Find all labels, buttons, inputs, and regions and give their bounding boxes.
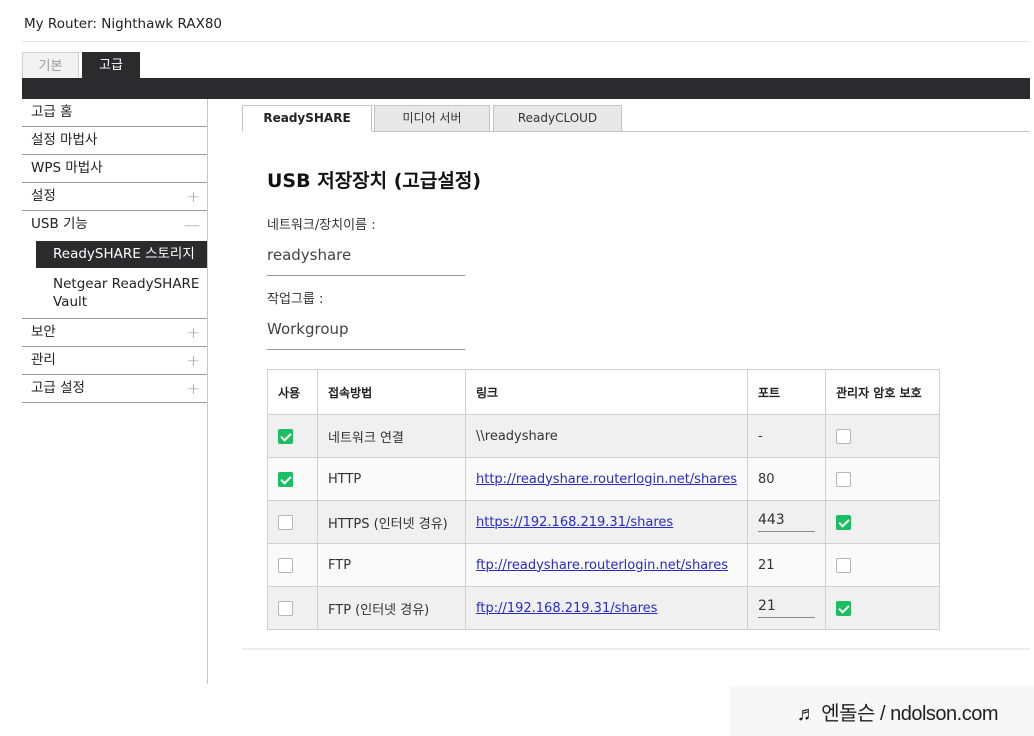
sidebar-item-label: 보안	[31, 324, 56, 340]
sidebar-item-administration[interactable]: 관리 +	[22, 347, 208, 375]
enable-checkbox[interactable]	[278, 600, 293, 616]
table-row: HTTP http://readyshare.routerlogin.net/sh…	[267, 457, 940, 501]
sidebar-item-setup-wizard[interactable]: 설정 마법사	[22, 127, 208, 155]
workgroup-field[interactable]: Workgroup	[267, 320, 465, 350]
cell-admin-protect	[824, 586, 940, 630]
admin-protect-checkbox[interactable]	[835, 557, 851, 573]
sidebar-item-label: 관리	[31, 352, 56, 368]
expand-plus-icon[interactable]: +	[187, 183, 200, 210]
table-row: FTP ftp://readyshare.routerlogin.net/shar…	[267, 543, 940, 587]
share-access-table: 사용 접속방법 링크 포트 관리자 암호 보호 네트워크 연결 \\readysh…	[267, 369, 940, 630]
cell-link: \\readyshare	[465, 414, 748, 458]
cell-link: https://192.168.219.31/shares	[465, 500, 748, 544]
enable-checkbox[interactable]	[278, 557, 293, 573]
port-input[interactable]: 21	[757, 598, 815, 618]
sidebar-item-label: 설정 마법사	[31, 132, 98, 148]
cell-link: ftp://readyshare.routerlogin.net/shares	[465, 543, 748, 587]
tab-basic[interactable]: 기본	[22, 52, 79, 78]
cell-method: HTTP	[317, 457, 466, 501]
sidebar-item-security[interactable]: 보안 +	[22, 319, 208, 347]
table-row: 네트워크 연결 \\readyshare -	[267, 414, 940, 458]
share-link[interactable]: https://192.168.219.31/shares	[476, 515, 673, 530]
table-body: 네트워크 연결 \\readyshare - HTTP http://readyshar…	[267, 414, 940, 630]
column-header-use: 사용	[267, 369, 318, 415]
top-nav-bar	[22, 78, 1030, 99]
sidebar-subitem-readyshare-storage[interactable]: ReadySHARE 스토리지	[36, 241, 208, 268]
table-row: FTP (인터넷 경유) ftp://192.168.219.31/shares 2…	[267, 586, 940, 630]
cell-method: FTP	[317, 543, 466, 587]
port-input[interactable]: 443	[757, 512, 815, 532]
share-link[interactable]: ftp://readyshare.routerlogin.net/shares	[476, 558, 728, 573]
sidebar-divider	[207, 99, 208, 684]
cell-method: FTP (인터넷 경유)	[317, 586, 466, 630]
cell-port: 21	[746, 586, 826, 630]
watermark-text: ♬ 엔돌슨 / ndolson.com	[796, 703, 999, 725]
cell-use	[267, 586, 318, 630]
sidebar-subitem-readyshare-vault[interactable]: Netgear ReadySHARE Vault	[36, 268, 208, 318]
enable-checkbox[interactable]	[278, 428, 293, 444]
expand-plus-icon[interactable]: +	[187, 375, 200, 402]
device-name-label: 네트워크/장치이름 :	[267, 218, 376, 233]
device-name-field[interactable]: readyshare	[267, 246, 465, 276]
admin-protect-checkbox[interactable]	[835, 471, 851, 487]
usb-submenu: ReadySHARE 스토리지 Netgear ReadySHARE Vault	[22, 241, 208, 319]
cell-method: HTTPS (인터넷 경유)	[317, 500, 466, 544]
table-header-row: 사용 접속방법 링크 포트 관리자 암호 보호	[267, 369, 940, 415]
enable-checkbox[interactable]	[278, 471, 293, 487]
watermark-box: ♬ 엔돌슨 / ndolson.com	[730, 686, 1034, 736]
sidebar: 고급 홈 설정 마법사 WPS 마법사 설정 + USB 기능 — ReadyS…	[22, 99, 208, 403]
sidebar-item-advanced-setup[interactable]: 고급 설정 +	[22, 375, 208, 403]
column-header-port: 포트	[746, 369, 826, 415]
cell-method: 네트워크 연결	[317, 414, 466, 458]
sidebar-item-advanced-home[interactable]: 고급 홈	[22, 99, 208, 127]
column-header-method: 접속방법	[317, 369, 466, 415]
cell-use	[267, 414, 318, 458]
admin-protect-checkbox[interactable]	[835, 428, 851, 444]
admin-protect-checkbox[interactable]	[835, 600, 851, 616]
column-header-admin-protect: 관리자 암호 보호	[824, 369, 940, 415]
sidebar-item-label: 고급 홈	[31, 104, 73, 120]
content-bottom-divider	[242, 648, 1030, 650]
header-divider	[22, 41, 1030, 42]
tab-media-server[interactable]: 미디어 서버	[374, 105, 490, 132]
table-row: HTTPS (인터넷 경유) https://192.168.219.31/sha…	[267, 500, 940, 544]
router-title: My Router: Nighthawk RAX80	[24, 16, 223, 32]
sidebar-item-setup[interactable]: 설정 +	[22, 183, 208, 211]
column-header-link: 링크	[465, 369, 748, 415]
cell-port: 443	[746, 500, 826, 544]
cell-use	[267, 457, 318, 501]
cell-link: ftp://192.168.219.31/shares	[465, 586, 748, 630]
tab-readycloud[interactable]: ReadyCLOUD	[493, 105, 622, 132]
admin-protect-checkbox[interactable]	[835, 514, 851, 530]
cell-use	[267, 543, 318, 587]
cell-port: 80	[746, 457, 826, 501]
cell-admin-protect	[824, 457, 940, 501]
tab-readyshare[interactable]: ReadySHARE	[242, 105, 372, 132]
share-link[interactable]: ftp://192.168.219.31/shares	[476, 601, 657, 616]
sidebar-item-label: USB 기능	[31, 216, 88, 232]
cell-port: -	[746, 414, 826, 458]
cell-admin-protect	[824, 414, 940, 458]
cell-link: http://readyshare.routerlogin.net/shares	[465, 457, 748, 501]
cell-port: 21	[746, 543, 826, 587]
sidebar-item-label: WPS 마법사	[31, 160, 103, 176]
share-link[interactable]: http://readyshare.routerlogin.net/shares	[476, 472, 737, 487]
cell-use	[267, 500, 318, 544]
sidebar-item-usb[interactable]: USB 기능 —	[22, 211, 208, 239]
expand-plus-icon[interactable]: +	[187, 319, 200, 346]
collapse-minus-icon[interactable]: —	[184, 211, 200, 238]
cell-admin-protect	[824, 500, 940, 544]
cell-admin-protect	[824, 543, 940, 587]
sidebar-item-wps-wizard[interactable]: WPS 마법사	[22, 155, 208, 183]
workgroup-label: 작업그룹 :	[267, 292, 324, 307]
expand-plus-icon[interactable]: +	[187, 347, 200, 374]
sidebar-item-label: 설정	[31, 188, 56, 204]
tab-advanced[interactable]: 고급	[82, 52, 140, 78]
enable-checkbox[interactable]	[278, 514, 293, 530]
section-title: USB 저장장치 (고급설정)	[267, 170, 482, 192]
sidebar-item-label: 고급 설정	[31, 380, 85, 396]
